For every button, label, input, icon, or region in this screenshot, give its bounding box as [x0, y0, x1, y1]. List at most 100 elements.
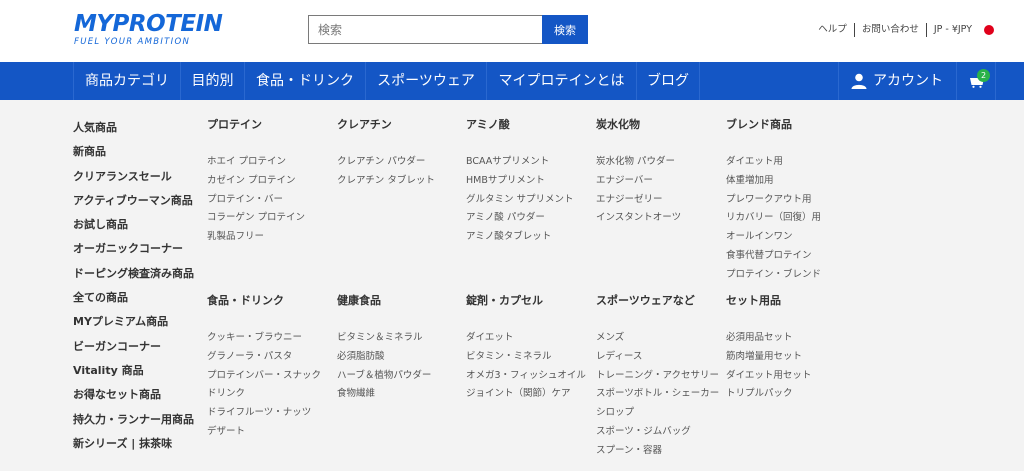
category-link[interactable]: トレーニング・アクセサリー: [596, 370, 719, 389]
featured-link[interactable]: 新シリーズ | 抹茶味: [73, 437, 194, 461]
category-link[interactable]: プレワークアウト用: [726, 194, 821, 213]
top-header: MYPROTEIN FUEL YOUR AMBITION 検索 ヘルプ お問い合…: [0, 0, 1024, 62]
contact-link[interactable]: お問い合わせ: [855, 23, 926, 37]
category-link[interactable]: 乳製品フリー: [207, 231, 305, 250]
category-heading[interactable]: クレアチン: [337, 118, 435, 132]
cart-button[interactable]: 2: [956, 62, 996, 100]
category-link[interactable]: 筋肉増量用セット: [726, 351, 811, 370]
nav-item-blog[interactable]: ブログ: [636, 62, 700, 100]
category-link[interactable]: インスタントオーツ: [596, 212, 681, 231]
mega-menu-panel: 人気商品 新商品 クリアランスセール アクティブウーマン商品 お試し商品 オーガ…: [0, 100, 1024, 471]
cart-count-badge: 2: [977, 69, 990, 82]
featured-link[interactable]: Vitality 商品: [73, 364, 194, 388]
category-link[interactable]: レディース: [596, 351, 719, 370]
category-link[interactable]: 食事代替プロテイン: [726, 250, 821, 269]
category-sportswear: スポーツウェアなど メンズ レディース トレーニング・アクセサリー スポーツボト…: [596, 294, 719, 464]
category-link[interactable]: HMBサプリメント: [466, 175, 574, 194]
category-link[interactable]: アミノ酸タブレット: [466, 231, 574, 250]
category-carbohydrates: 炭水化物 炭水化物 パウダー エナジーバー エナジーゼリー インスタントオーツ: [596, 118, 681, 231]
category-tablets-capsules: 錠剤・カプセル ダイエット ビタミン・ミネラル オメガ3・フィッシュオイル ジョ…: [466, 294, 586, 407]
featured-link[interactable]: ドーピング検査済み商品: [73, 267, 194, 291]
category-link[interactable]: エナジーバー: [596, 175, 681, 194]
featured-link[interactable]: お得なセット商品: [73, 388, 194, 412]
featured-links-column: 人気商品 新商品 クリアランスセール アクティブウーマン商品 お試し商品 オーガ…: [73, 121, 194, 461]
myprotein-logo[interactable]: MYPROTEIN FUEL YOUR AMBITION: [74, 11, 223, 47]
category-link[interactable]: 体重増加用: [726, 175, 821, 194]
category-heading[interactable]: ブレンド商品: [726, 118, 821, 132]
help-link[interactable]: ヘルプ: [811, 23, 854, 37]
account-label: アカウント: [873, 73, 943, 89]
category-link[interactable]: ハーブ＆植物パウダー: [337, 370, 431, 389]
category-link[interactable]: ドライフルーツ・ナッツ: [207, 407, 321, 426]
featured-link[interactable]: 持久力・ランナー用商品: [73, 413, 194, 437]
category-link[interactable]: 必須脂肪酸: [337, 351, 431, 370]
category-heading[interactable]: アミノ酸: [466, 118, 574, 132]
category-link[interactable]: 必須用品セット: [726, 332, 811, 351]
category-link[interactable]: シロップ: [596, 407, 719, 426]
locale-currency-selector[interactable]: JP - ¥JPY: [927, 23, 979, 37]
featured-link[interactable]: アクティブウーマン商品: [73, 194, 194, 218]
category-link[interactable]: メンズ: [596, 332, 719, 351]
category-link[interactable]: 炭水化物 パウダー: [596, 156, 681, 175]
category-link[interactable]: ビタミン＆ミネラル: [337, 332, 431, 351]
nav-item-sportswear[interactable]: スポーツウェア: [365, 62, 486, 100]
japan-flag-icon[interactable]: [984, 25, 994, 35]
category-link[interactable]: クレアチン パウダー: [337, 156, 435, 175]
category-link[interactable]: トリプルパック: [726, 388, 811, 407]
category-link[interactable]: エナジーゼリー: [596, 194, 681, 213]
category-link[interactable]: ホエイ プロテイン: [207, 156, 305, 175]
category-link[interactable]: ビタミン・ミネラル: [466, 351, 586, 370]
search-input[interactable]: [308, 15, 543, 44]
category-link[interactable]: グルタミン サプリメント: [466, 194, 574, 213]
category-heading[interactable]: プロテイン: [207, 118, 305, 132]
logo-tagline: FUEL YOUR AMBITION: [74, 37, 191, 47]
category-link[interactable]: グラノーラ・パスタ: [207, 351, 321, 370]
category-link[interactable]: ダイエット: [466, 332, 586, 351]
account-button[interactable]: アカウント: [838, 62, 956, 100]
category-heading[interactable]: 錠剤・カプセル: [466, 294, 586, 308]
category-amino-acids: アミノ酸 BCAAサプリメント HMBサプリメント グルタミン サプリメント ア…: [466, 118, 574, 250]
category-link[interactable]: 食物繊維: [337, 388, 431, 407]
category-link[interactable]: アミノ酸 パウダー: [466, 212, 574, 231]
featured-link[interactable]: オーガニックコーナー: [73, 242, 194, 266]
category-link[interactable]: スプーン・容器: [596, 445, 719, 464]
category-heading[interactable]: セット用品: [726, 294, 811, 308]
nav-item-food-drink[interactable]: 食品・ドリンク: [244, 62, 365, 100]
featured-link[interactable]: MYプレミアム商品: [73, 315, 194, 339]
featured-link[interactable]: 人気商品: [73, 121, 194, 145]
category-link[interactable]: ドリンク: [207, 388, 321, 407]
featured-link[interactable]: 新商品: [73, 145, 194, 169]
nav-item-by-goal[interactable]: 目的別: [180, 62, 244, 100]
category-link[interactable]: コラーゲン プロテイン: [207, 212, 305, 231]
category-sets: セット用品 必須用品セット 筋肉増量用セット ダイエット用セット トリプルパック: [726, 294, 811, 407]
category-link[interactable]: プロテイン・バー: [207, 194, 305, 213]
nav-item-about-myprotein[interactable]: マイプロテインとは: [486, 62, 636, 100]
category-link[interactable]: カゼイン プロテイン: [207, 175, 305, 194]
category-link[interactable]: クレアチン タブレット: [337, 175, 435, 194]
main-navigation: 商品カテゴリ 目的別 食品・ドリンク スポーツウェア マイプロテインとは ブログ…: [0, 62, 1024, 100]
category-link[interactable]: ダイエット用セット: [726, 370, 811, 389]
nav-item-product-categories[interactable]: 商品カテゴリ: [73, 62, 180, 100]
featured-link[interactable]: 全ての商品: [73, 291, 194, 315]
category-link[interactable]: プロテイン・ブレンド: [726, 269, 821, 288]
featured-link[interactable]: お試し商品: [73, 218, 194, 242]
category-link[interactable]: オメガ3・フィッシュオイル: [466, 370, 586, 389]
category-link[interactable]: スポーツボトル・シェーカー: [596, 388, 719, 407]
featured-link[interactable]: クリアランスセール: [73, 170, 194, 194]
category-link[interactable]: BCAAサプリメント: [466, 156, 574, 175]
category-heading[interactable]: スポーツウェアなど: [596, 294, 719, 308]
category-heading[interactable]: 炭水化物: [596, 118, 681, 132]
category-link[interactable]: クッキー・ブラウニー: [207, 332, 321, 351]
category-link[interactable]: オールインワン: [726, 231, 821, 250]
search-button[interactable]: 検索: [542, 15, 588, 44]
category-link[interactable]: スポーツ・ジムバッグ: [596, 426, 719, 445]
category-link[interactable]: ジョイント（関節）ケア: [466, 388, 586, 407]
logo-wordmark: MYPROTEIN: [74, 11, 223, 37]
category-link[interactable]: デザート: [207, 426, 321, 445]
category-link[interactable]: プロテインバー・スナック: [207, 370, 321, 389]
category-heading[interactable]: 健康食品: [337, 294, 431, 308]
category-heading[interactable]: 食品・ドリンク: [207, 294, 321, 308]
featured-link[interactable]: ビーガンコーナー: [73, 340, 194, 364]
category-link[interactable]: ダイエット用: [726, 156, 821, 175]
category-link[interactable]: リカバリー（回復）用: [726, 212, 821, 231]
